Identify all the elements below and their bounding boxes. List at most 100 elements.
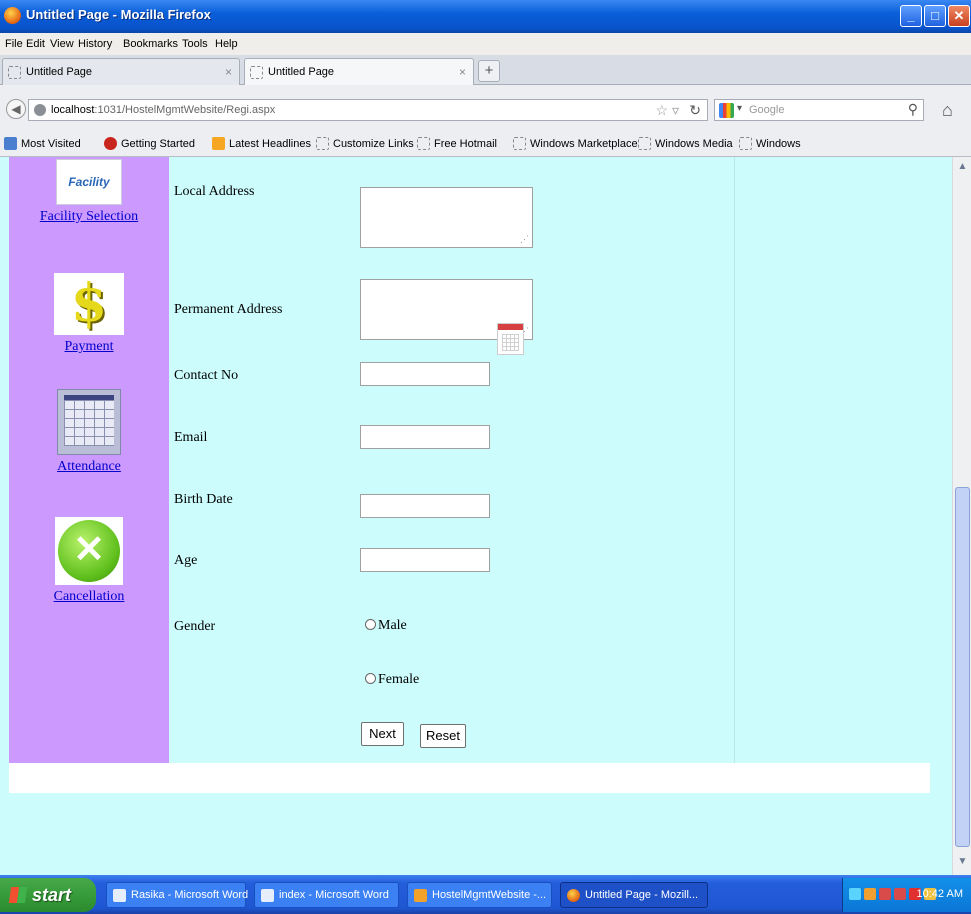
bookmark-windows-media[interactable]: Windows Media <box>638 137 733 150</box>
tray-app-icon[interactable] <box>879 888 891 900</box>
menu-view[interactable]: View <box>50 38 74 50</box>
footer <box>9 763 930 793</box>
bookmark-customize-links[interactable]: Customize Links <box>316 137 414 150</box>
firefox-icon <box>567 889 580 902</box>
age-label: Age <box>174 553 198 568</box>
bookmark-free-hotmail[interactable]: Free Hotmail <box>417 137 497 150</box>
firefox-icon <box>104 137 117 150</box>
window-title: Untitled Page - Mozilla Firefox <box>26 7 211 22</box>
payment-link[interactable]: Payment <box>9 339 169 355</box>
scroll-thumb[interactable] <box>955 487 970 847</box>
reload-icon[interactable]: ↻ <box>689 102 701 119</box>
taskbar: start Rasika - Microsoft Word index - Mi… <box>0 875 971 914</box>
reset-button[interactable]: Reset <box>420 724 466 748</box>
system-tray: 10:42 AM <box>842 878 971 912</box>
resize-grip-icon[interactable]: ⋰ <box>520 234 529 245</box>
bookmarks-bar: Most Visited Getting Started Latest Head… <box>0 131 971 157</box>
menu-bar: File Edit View History Bookmarks Tools H… <box>0 33 971 55</box>
bookmark-latest-headlines[interactable]: Latest Headlines <box>212 137 311 150</box>
menu-help[interactable]: Help <box>215 38 238 50</box>
tab-bar: Untitled Page × Untitled Page × + <box>0 55 971 85</box>
menu-bookmarks[interactable]: Bookmarks <box>123 38 178 50</box>
page-icon <box>316 137 329 150</box>
gender-female-radio[interactable]: Female <box>365 672 419 688</box>
menu-history[interactable]: History <box>78 38 112 50</box>
scroll-up-icon[interactable]: ▲ <box>955 161 970 176</box>
bookmark-most-visited[interactable]: Most Visited <box>4 137 81 150</box>
bookmark-star-icon[interactable]: ☆ ▿ <box>656 102 679 119</box>
vertical-scrollbar[interactable]: ▲ ▼ <box>952 157 971 875</box>
task-hostel-website[interactable]: HostelMgmtWebsite -... <box>407 882 552 908</box>
bookmark-getting-started[interactable]: Getting Started <box>104 137 195 150</box>
facility-icon[interactable]: Facility <box>56 159 122 205</box>
calendar-icon[interactable] <box>497 323 524 355</box>
navigation-bar: ◀ localhost:1031/HostelMgmtWebsite/Regi.… <box>0 85 971 131</box>
attendance-link[interactable]: Attendance <box>9 459 169 475</box>
local-address-label: Local Address <box>174 184 255 199</box>
clock: 10:42 AM <box>916 888 963 900</box>
network-icon[interactable] <box>849 888 861 900</box>
search-placeholder: Google <box>749 104 785 116</box>
sidebar-item-cancellation: ✕ Cancellation <box>9 517 169 605</box>
email-field[interactable] <box>360 425 490 449</box>
url-bar[interactable]: localhost:1031/HostelMgmtWebsite/Regi.as… <box>28 99 708 121</box>
url-text[interactable]: localhost:1031/HostelMgmtWebsite/Regi.as… <box>51 104 275 116</box>
windows-logo-icon <box>8 887 28 903</box>
task-index-word[interactable]: index - Microsoft Word <box>254 882 399 908</box>
tab-label: Untitled Page <box>268 66 335 78</box>
right-panel <box>734 157 930 763</box>
search-bar[interactable]: ▾ Google ⚲ <box>714 99 924 121</box>
contact-no-field[interactable] <box>360 362 490 386</box>
menu-tools[interactable]: Tools <box>182 38 208 50</box>
tab-close-icon[interactable]: × <box>225 65 232 79</box>
page-icon <box>250 66 263 79</box>
sidebar: Facility Facility Selection $ Payment At… <box>9 157 169 763</box>
menu-edit[interactable]: Edit <box>26 38 45 50</box>
tray-app-icon[interactable] <box>864 888 876 900</box>
contact-no-label: Contact No <box>174 368 239 383</box>
page-icon <box>638 137 651 150</box>
cancel-x-icon[interactable]: ✕ <box>55 517 123 585</box>
birth-date-field[interactable] <box>360 494 490 518</box>
email-label: Email <box>174 430 208 445</box>
menu-file[interactable]: File <box>5 38 23 50</box>
next-button[interactable]: Next <box>361 722 404 746</box>
rss-icon <box>212 137 225 150</box>
bookmark-windows[interactable]: Windows <box>739 137 801 150</box>
visual-studio-icon <box>414 889 427 902</box>
firefox-icon <box>4 7 21 24</box>
home-icon[interactable]: ⌂ <box>942 100 953 121</box>
window-titlebar: Untitled Page - Mozilla Firefox _ □ ✕ <box>0 0 971 33</box>
tab-untitled-2[interactable]: Untitled Page × <box>244 58 474 85</box>
globe-icon <box>34 104 46 116</box>
calendar-icon[interactable] <box>57 389 121 455</box>
dollar-icon[interactable]: $ <box>54 273 124 335</box>
tab-untitled-1[interactable]: Untitled Page × <box>2 58 240 85</box>
page-icon <box>739 137 752 150</box>
local-address-field[interactable]: ⋰ <box>360 187 533 248</box>
cancellation-link[interactable]: Cancellation <box>9 589 169 605</box>
age-field[interactable] <box>360 548 490 572</box>
bookmark-windows-marketplace[interactable]: Windows Marketplace <box>513 137 638 150</box>
page-icon <box>417 137 430 150</box>
tray-app-icon[interactable] <box>894 888 906 900</box>
gender-male-radio[interactable]: Male <box>365 618 407 634</box>
close-button[interactable]: ✕ <box>948 5 970 27</box>
start-button[interactable]: start <box>0 878 96 912</box>
maximize-button[interactable]: □ <box>924 5 946 27</box>
chevron-down-icon[interactable]: ▾ <box>737 103 742 114</box>
google-icon[interactable] <box>719 103 734 118</box>
scroll-down-icon[interactable]: ▼ <box>955 856 970 871</box>
back-button[interactable]: ◀ <box>6 99 26 119</box>
task-firefox[interactable]: Untitled Page - Mozill... <box>560 882 708 908</box>
facility-selection-link[interactable]: Facility Selection <box>9 209 169 225</box>
radio-icon[interactable] <box>365 673 376 684</box>
tab-close-icon[interactable]: × <box>459 65 466 79</box>
new-tab-button[interactable]: + <box>478 60 500 82</box>
task-rasika-word[interactable]: Rasika - Microsoft Word <box>106 882 248 908</box>
birth-date-label: Birth Date <box>174 492 233 507</box>
radio-icon[interactable] <box>365 619 376 630</box>
minimize-button[interactable]: _ <box>900 5 922 27</box>
tab-label: Untitled Page <box>26 66 93 78</box>
search-icon[interactable]: ⚲ <box>908 101 918 118</box>
